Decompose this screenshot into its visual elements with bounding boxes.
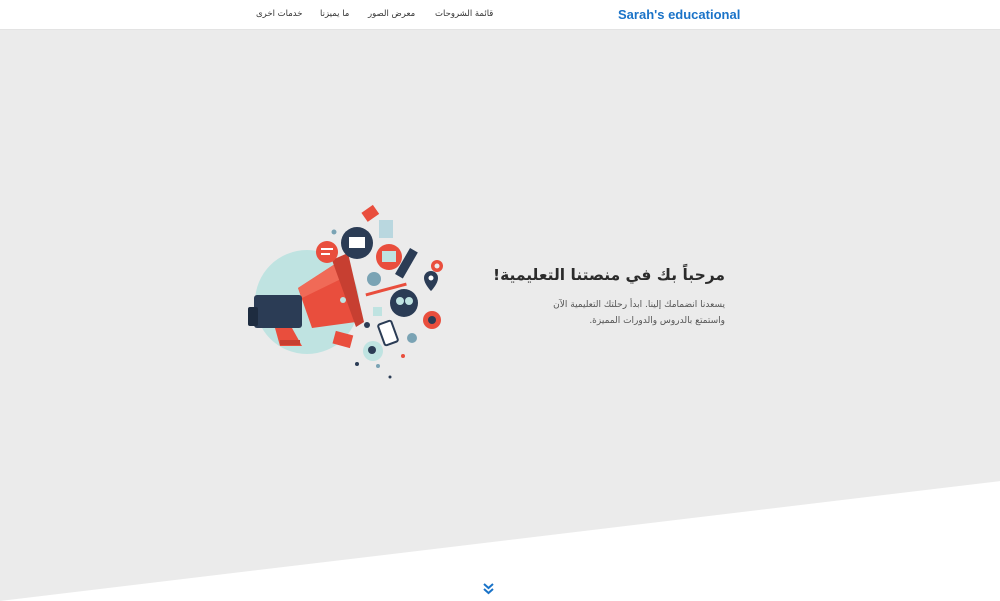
megaphone-illustration	[248, 204, 443, 379]
envelope-icon	[332, 330, 354, 349]
smartphone-icon	[377, 319, 399, 347]
dot-icon	[367, 272, 381, 286]
video-camera-icon	[390, 289, 418, 317]
brand-logo-link[interactable]: Sarah's educational	[618, 7, 740, 22]
square-shape	[373, 307, 382, 316]
nav-link-other-services[interactable]: خدمات اخرى	[256, 9, 303, 19]
map-pin-icon	[424, 271, 438, 291]
book-icon	[379, 220, 393, 238]
nav-link-tutorials[interactable]: قائمة الشروحات	[435, 9, 493, 19]
nav-link-features[interactable]: ما يميزنا	[320, 9, 349, 19]
nav-link-gallery[interactable]: معرض الصور	[368, 9, 415, 19]
envelope-small-icon	[361, 204, 380, 222]
double-chevron-down-icon[interactable]	[482, 582, 495, 596]
hero-text-block: مرحباً بك في منصتنا التعليمية! يسعدنا ان…	[490, 266, 725, 329]
hero-subtitle-line2: واستمتع بالدروس والدورات المميزة.	[589, 316, 725, 326]
hero-title: مرحباً بك في منصتنا التعليمية!	[493, 266, 725, 284]
hero-subtitle-line1: يسعدنا انضمامك إلينا. ابدأ رحلتك التعليم…	[553, 300, 725, 310]
chat-bubble-icon	[316, 241, 338, 263]
top-navbar: Sarah's educational قائمة الشروحات معرض …	[0, 0, 1000, 30]
